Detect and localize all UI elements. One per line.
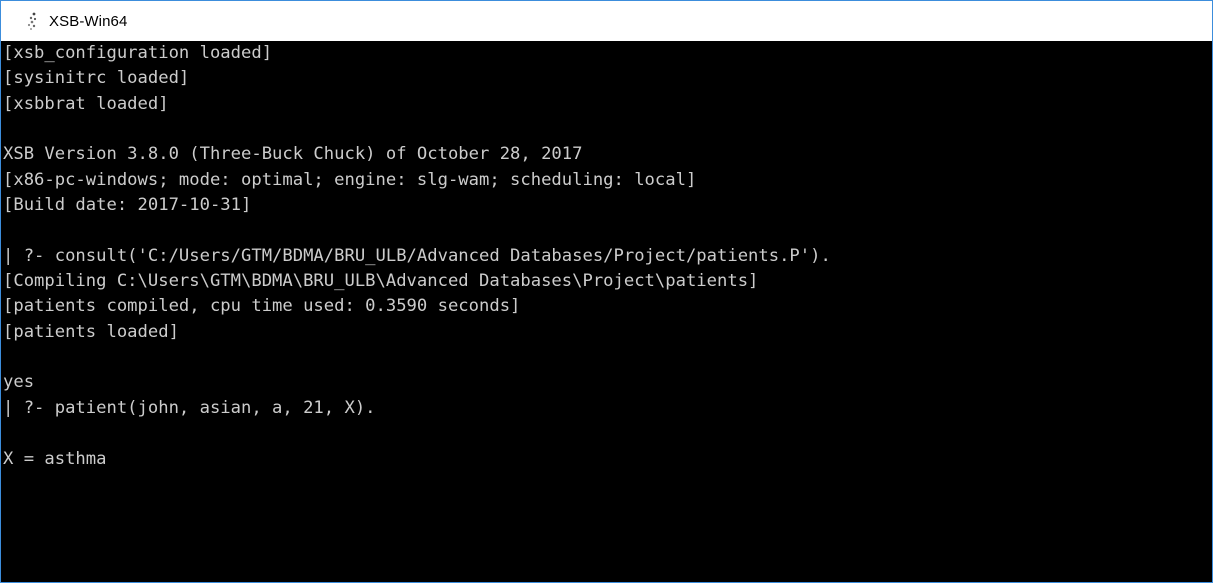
xsb-app-icon xyxy=(25,11,41,31)
console-line: [xsbbrat loaded] xyxy=(3,93,169,114)
console-line: [Compiling C:\Users\GTM\BDMA\BRU_ULB\Adv… xyxy=(3,271,759,292)
console-line: yes xyxy=(3,372,35,393)
console-line: [sysinitrc loaded] xyxy=(3,68,190,89)
console-line: | ?- patient(john, asian, a, 21, X). xyxy=(3,397,376,418)
console-line: X = asthma xyxy=(3,448,107,469)
console-window[interactable]: XSB-Win64 [xsb_configuration loaded] [sys… xyxy=(0,0,1213,583)
console-line: [patients loaded] xyxy=(3,321,179,342)
console-line: [xsb_configuration loaded] xyxy=(3,43,273,63)
console-line: [x86-pc-windows; mode: optimal; engine: … xyxy=(3,169,697,190)
console-left-edge xyxy=(1,41,3,582)
window-title: XSB-Win64 xyxy=(49,12,128,30)
console-line: [Build date: 2017-10-31] xyxy=(3,195,252,216)
console-line: [patients compiled, cpu time used: 0.359… xyxy=(3,296,521,317)
console-line: | ?- consult('C:/Users/GTM/BDMA/BRU_ULB/… xyxy=(3,245,831,266)
console-line: XSB Version 3.8.0 (Three-Buck Chuck) of … xyxy=(3,144,583,165)
console-output[interactable]: [xsb_configuration loaded] [sysinitrc loa… xyxy=(1,41,1212,582)
title-bar[interactable]: XSB-Win64 xyxy=(1,1,1212,41)
